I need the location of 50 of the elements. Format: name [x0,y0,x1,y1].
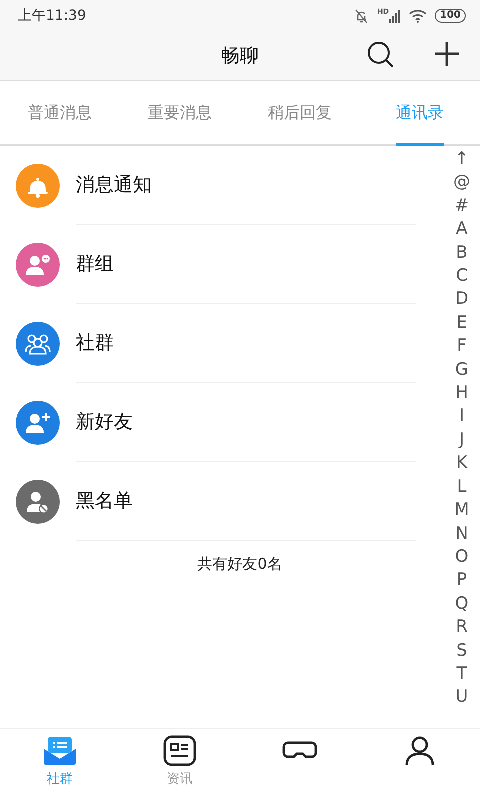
index-letter[interactable]: U [450,686,474,710]
battery-level: 100 [435,9,466,23]
index-letter[interactable]: C [450,265,474,288]
index-letter[interactable]: F [450,335,474,359]
index-letter[interactable]: H [450,382,474,406]
contact-row[interactable]: 群组 [0,225,444,304]
contact-row[interactable]: 黑名单 [0,462,444,541]
index-letter[interactable]: P [450,569,474,593]
tab[interactable]: 普通消息 [0,81,120,144]
mute-icon [353,8,370,24]
index-letter[interactable]: T [450,662,474,686]
index-letter[interactable]: K [450,452,474,476]
contact-label: 新好友 [76,410,133,435]
index-letter[interactable]: D [450,288,474,312]
contact-label: 群组 [76,252,114,277]
wifi-icon [409,9,428,23]
index-letter[interactable]: N [450,522,474,546]
index-letter[interactable]: A [450,218,474,242]
index-letter[interactable]: G [450,358,474,382]
app-title: 畅聊 [221,44,259,69]
index-letter[interactable]: O [450,546,474,570]
index-letter[interactable]: E [450,312,474,336]
inbox-icon [42,735,78,767]
index-letter[interactable]: @ [450,171,474,195]
index-letter[interactable]: R [450,616,474,640]
index-letter[interactable]: S [450,640,474,663]
contact-label: 黑名单 [76,488,133,514]
index-letter[interactable]: ↑ [450,148,474,172]
contact-row[interactable]: 新好友 [0,383,444,462]
search-icon [366,40,396,70]
contact-label: 消息通知 [76,172,152,198]
index-letter[interactable]: B [450,242,474,266]
signal-icon [389,9,402,23]
index-letter[interactable]: J [450,428,474,452]
contact-row[interactable]: 社群 [0,304,444,383]
plus-icon [433,40,461,68]
index-letter[interactable]: I [450,405,474,429]
index-letter[interactable]: L [450,476,474,500]
tab[interactable]: 重要消息 [120,81,240,144]
index-letter[interactable]: M [450,499,474,522]
index-letter[interactable]: # [450,194,474,218]
tab[interactable]: 稍后回复 [240,81,360,144]
add-button[interactable] [433,40,461,68]
status-time: 上午11:39 [18,6,86,26]
search-button[interactable] [366,40,396,70]
friend-count: 共有好友0名 [198,554,282,575]
contact-row[interactable]: 消息通知 [0,146,444,225]
contact-label: 社群 [76,330,114,356]
index-letter[interactable]: Q [450,592,474,616]
news-icon [162,735,198,767]
